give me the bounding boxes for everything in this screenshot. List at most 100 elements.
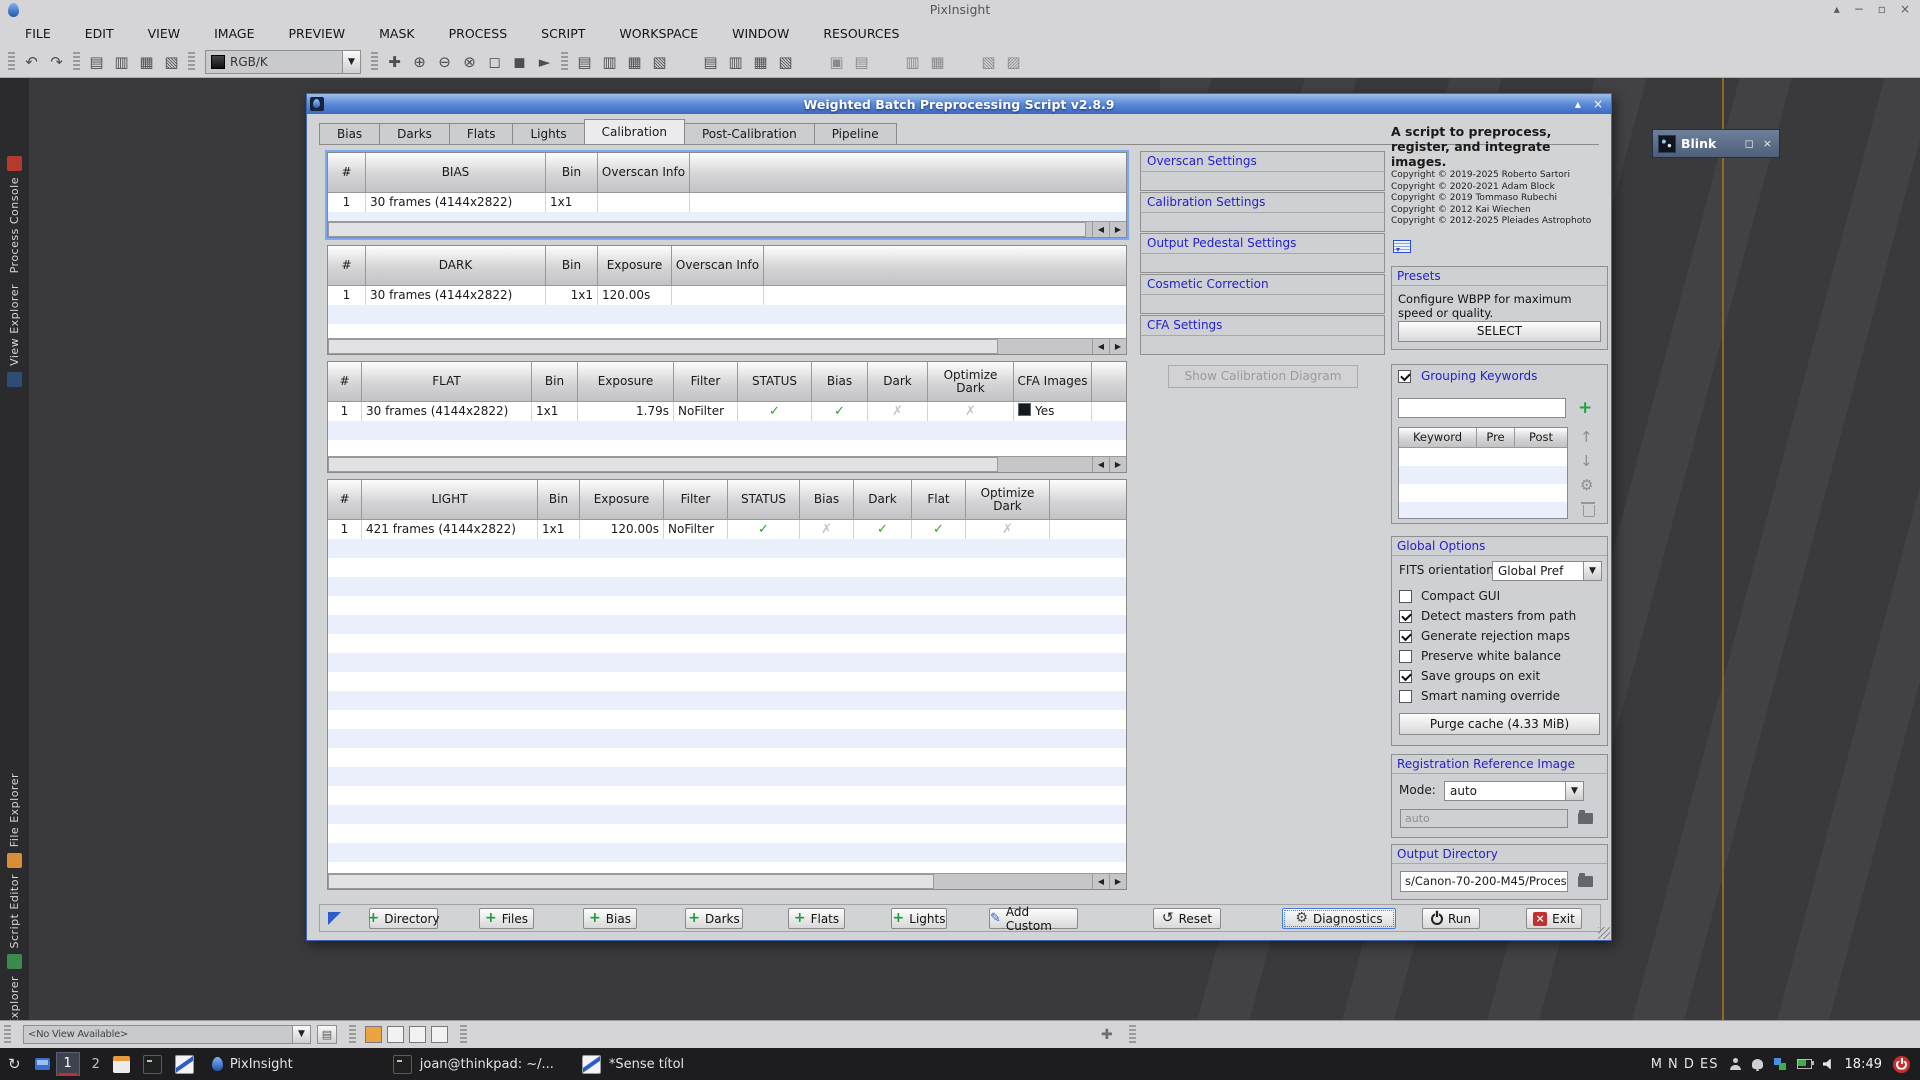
toolbar-icon[interactable]: ▥ — [109, 50, 134, 74]
add-darks-button[interactable]: +Darks — [685, 908, 743, 929]
checkbox-icon[interactable] — [1399, 690, 1412, 703]
file-manager-icon[interactable] — [113, 1056, 130, 1073]
toolbar-icon[interactable]: ▤ — [84, 50, 109, 74]
tab-flats[interactable]: Flats — [449, 123, 514, 144]
global-options-header-link[interactable]: Global Options — [1392, 537, 1607, 556]
scrollbar-thumb[interactable] — [328, 339, 998, 354]
scroll-left-icon[interactable]: ◀ — [1092, 457, 1109, 472]
menu-preview[interactable]: PREVIEW — [272, 26, 363, 41]
keyword-input[interactable] — [1398, 398, 1566, 418]
trash-icon[interactable] — [1583, 505, 1595, 517]
grouping-keywords-link[interactable]: Grouping Keywords — [1421, 369, 1537, 383]
menu-edit[interactable]: EDIT — [68, 26, 131, 41]
reset-button[interactable]: ↺Reset — [1153, 908, 1221, 929]
scroll-right-icon[interactable]: ▶ — [1109, 457, 1126, 472]
toolbar-grip[interactable] — [8, 52, 15, 72]
sidebar-item-process-console[interactable]: Process Console — [0, 156, 29, 273]
dialog-titlebar[interactable]: Weighted Batch Preprocessing Script v2.8… — [307, 94, 1611, 114]
add-directory-button[interactable]: +Directory — [369, 908, 438, 929]
scrollbar-thumb[interactable] — [328, 457, 998, 472]
table-row[interactable]: 1 30 frames (4144x2822) 1x1 1.79s NoFilt… — [328, 402, 1126, 421]
toolbar-icon[interactable]: ⊕ — [407, 50, 432, 74]
workspace-thumbnail-1[interactable] — [365, 1026, 382, 1043]
section-link[interactable]: Overscan Settings — [1141, 152, 1384, 172]
shade-icon[interactable]: ▴ — [1834, 2, 1840, 16]
toolbar-icon[interactable]: ▤ — [698, 50, 723, 74]
workspace-thumbnail-2[interactable] — [387, 1026, 404, 1043]
add-bias-button[interactable]: +Bias — [583, 908, 637, 929]
statusbar-grip[interactable] — [460, 1025, 467, 1045]
blink-close-icon[interactable]: × — [1763, 137, 1772, 150]
dropdown-arrow-icon[interactable]: ▼ — [292, 1026, 310, 1043]
statusbar-grip[interactable] — [349, 1025, 356, 1045]
purge-cache-button[interactable]: Purge cache (4.33 MiB) — [1399, 713, 1600, 735]
workspace-2-button[interactable]: 2 — [92, 1057, 100, 1072]
tab-bias[interactable]: Bias — [319, 123, 380, 144]
tab-pipeline[interactable]: Pipeline — [814, 123, 897, 144]
add-files-button[interactable]: +Files — [479, 908, 534, 929]
scroll-right-icon[interactable]: ▶ — [1109, 339, 1126, 354]
toolbar-icon[interactable]: ▦ — [748, 50, 773, 74]
dropdown-arrow-icon[interactable]: ▼ — [1583, 562, 1601, 580]
horizontal-scrollbar[interactable]: ◀ ▶ — [328, 221, 1126, 237]
toolbar-icon[interactable]: ▧ — [773, 50, 798, 74]
battery-icon[interactable] — [1797, 1059, 1812, 1069]
option-rejection-maps[interactable]: Generate rejection maps — [1399, 629, 1570, 643]
checkbox-icon[interactable] — [1399, 650, 1412, 663]
checkbox-icon[interactable] — [1399, 670, 1412, 683]
terminal-icon[interactable] — [143, 1055, 162, 1074]
menu-view[interactable]: VIEW — [131, 26, 198, 41]
toolbar-icon[interactable]: ◻ — [482, 50, 507, 74]
session-sync-icon[interactable]: ↻ — [8, 1055, 21, 1073]
grouping-keywords-checkbox[interactable] — [1398, 370, 1411, 383]
horizontal-scrollbar[interactable]: ◀ ▶ — [328, 338, 1126, 354]
section-link[interactable]: CFA Settings — [1141, 316, 1384, 336]
horizontal-scrollbar[interactable]: ◀ ▶ — [328, 456, 1126, 472]
option-smart-naming[interactable]: Smart naming override — [1399, 689, 1560, 703]
scroll-left-icon[interactable]: ◀ — [1092, 222, 1109, 237]
sidebar-item-view-explorer[interactable]: View Explorer — [0, 284, 29, 387]
table-row[interactable]: 1 421 frames (4144x2822) 1x1 120.00s NoF… — [328, 520, 1126, 539]
workspace-thumbnail-3[interactable] — [409, 1026, 426, 1043]
toolbar-icon[interactable]: ▣ — [824, 50, 849, 74]
statusbar-grip[interactable] — [1129, 1025, 1136, 1045]
option-detect-masters[interactable]: Detect masters from path — [1399, 609, 1576, 623]
registration-header-link[interactable]: Registration Reference Image — [1392, 755, 1607, 774]
toolbar-icon[interactable]: ▥ — [723, 50, 748, 74]
view-availability-select[interactable]: <No View Available> ▼ — [23, 1025, 311, 1044]
run-button[interactable]: Run — [1422, 908, 1480, 929]
add-custom-button[interactable]: ✎Add Custom — [989, 908, 1078, 929]
maximize-icon[interactable]: ▫ — [1878, 2, 1886, 16]
scroll-left-icon[interactable]: ◀ — [1092, 874, 1109, 889]
undo-icon[interactable]: ↶ — [19, 50, 44, 74]
reference-image-field[interactable]: auto — [1400, 809, 1568, 828]
scroll-right-icon[interactable]: ▶ — [1109, 874, 1126, 889]
dialog-close-icon[interactable]: × — [1593, 94, 1603, 114]
toolbar-icon[interactable]: ▤ — [849, 50, 874, 74]
menu-process[interactable]: PROCESS — [432, 26, 525, 41]
folder-icon[interactable] — [1578, 813, 1593, 824]
menu-image[interactable]: IMAGE — [197, 26, 271, 41]
section-link[interactable]: Calibration Settings — [1141, 193, 1384, 213]
scrollbar-thumb[interactable] — [328, 222, 1086, 237]
tab-lights[interactable]: Lights — [512, 123, 584, 144]
toolbar-icon[interactable]: ▥ — [900, 50, 925, 74]
keyboard-indicators[interactable]: M N D ES — [1651, 1057, 1719, 1072]
tab-calibration[interactable]: Calibration — [584, 119, 685, 144]
toolbar-icon[interactable]: ▦ — [134, 50, 159, 74]
clipboard-icon[interactable]: ▤ — [317, 1025, 337, 1044]
output-directory-header-link[interactable]: Output Directory — [1392, 845, 1607, 864]
volume-icon[interactable] — [1823, 1059, 1834, 1070]
checkbox-icon[interactable] — [1399, 590, 1412, 603]
display-icon[interactable] — [35, 1058, 50, 1070]
add-lights-button[interactable]: +Lights — [891, 908, 947, 929]
clock[interactable]: 18:49 — [1845, 1057, 1882, 1072]
toolbar-icon[interactable]: ✚ — [382, 50, 407, 74]
redo-icon[interactable]: ↷ — [44, 50, 69, 74]
crosshair-icon[interactable]: ✚ — [1101, 1027, 1113, 1043]
pixinsight-taskbar-icon[interactable] — [212, 1057, 223, 1071]
toolbar-icon[interactable]: ▤ — [572, 50, 597, 74]
minimize-icon[interactable]: − — [1854, 2, 1864, 16]
toolbar-icon[interactable]: ▦ — [925, 50, 950, 74]
menu-mask[interactable]: MASK — [362, 26, 431, 41]
